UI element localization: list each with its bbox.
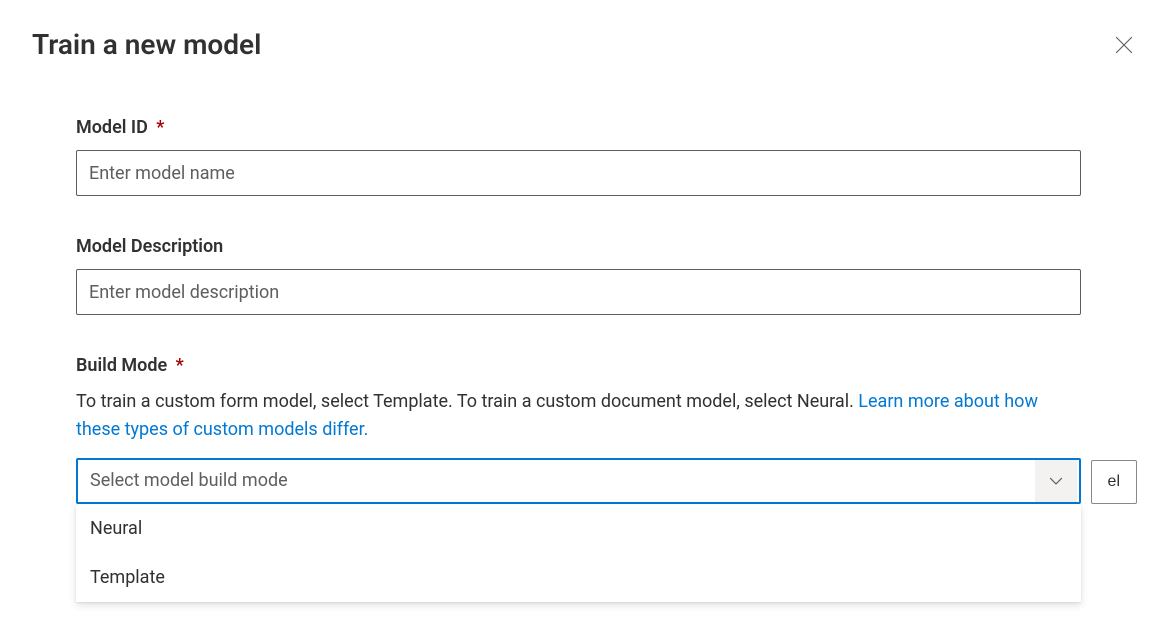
model-id-input[interactable] xyxy=(76,150,1081,196)
build-mode-label-text: Build Mode xyxy=(76,355,167,376)
help-text-prefix: To train a custom form model, select Tem… xyxy=(76,391,858,412)
close-button[interactable] xyxy=(1111,32,1137,58)
dropdown-option-neural[interactable]: Neural xyxy=(76,504,1081,553)
dialog-title: Train a new model xyxy=(32,28,261,61)
chevron-down-icon xyxy=(1049,474,1063,488)
build-mode-select-placeholder: Select model build mode xyxy=(90,470,288,491)
train-model-dialog: Train a new model Model ID * Model Descr… xyxy=(0,0,1169,532)
model-description-label: Model Description xyxy=(76,236,1081,257)
model-id-label-text: Model ID xyxy=(76,117,148,138)
close-icon xyxy=(1115,36,1133,54)
build-mode-dropdown: Neural Template xyxy=(76,504,1081,602)
build-mode-select-wrapper: Select model build mode Neural Template xyxy=(76,458,1081,504)
dialog-footer: el xyxy=(1091,460,1137,504)
model-id-group: Model ID * xyxy=(76,117,1081,196)
select-caret xyxy=(1035,460,1077,502)
dropdown-option-template[interactable]: Template xyxy=(76,553,1081,602)
build-mode-group: Build Mode * To train a custom form mode… xyxy=(76,355,1081,504)
build-mode-label: Build Mode * xyxy=(76,355,1081,376)
build-mode-select[interactable]: Select model build mode xyxy=(76,458,1081,504)
required-asterisk: * xyxy=(156,117,164,138)
model-description-group: Model Description xyxy=(76,236,1081,315)
required-asterisk: * xyxy=(176,355,184,376)
build-mode-help-text: To train a custom form model, select Tem… xyxy=(76,388,1081,444)
cancel-button[interactable]: el xyxy=(1091,460,1137,504)
dialog-header: Train a new model xyxy=(32,28,1137,61)
model-description-input[interactable] xyxy=(76,269,1081,315)
form-container: Model ID * Model Description Build Mode … xyxy=(32,117,1137,504)
model-id-label: Model ID * xyxy=(76,117,1081,138)
